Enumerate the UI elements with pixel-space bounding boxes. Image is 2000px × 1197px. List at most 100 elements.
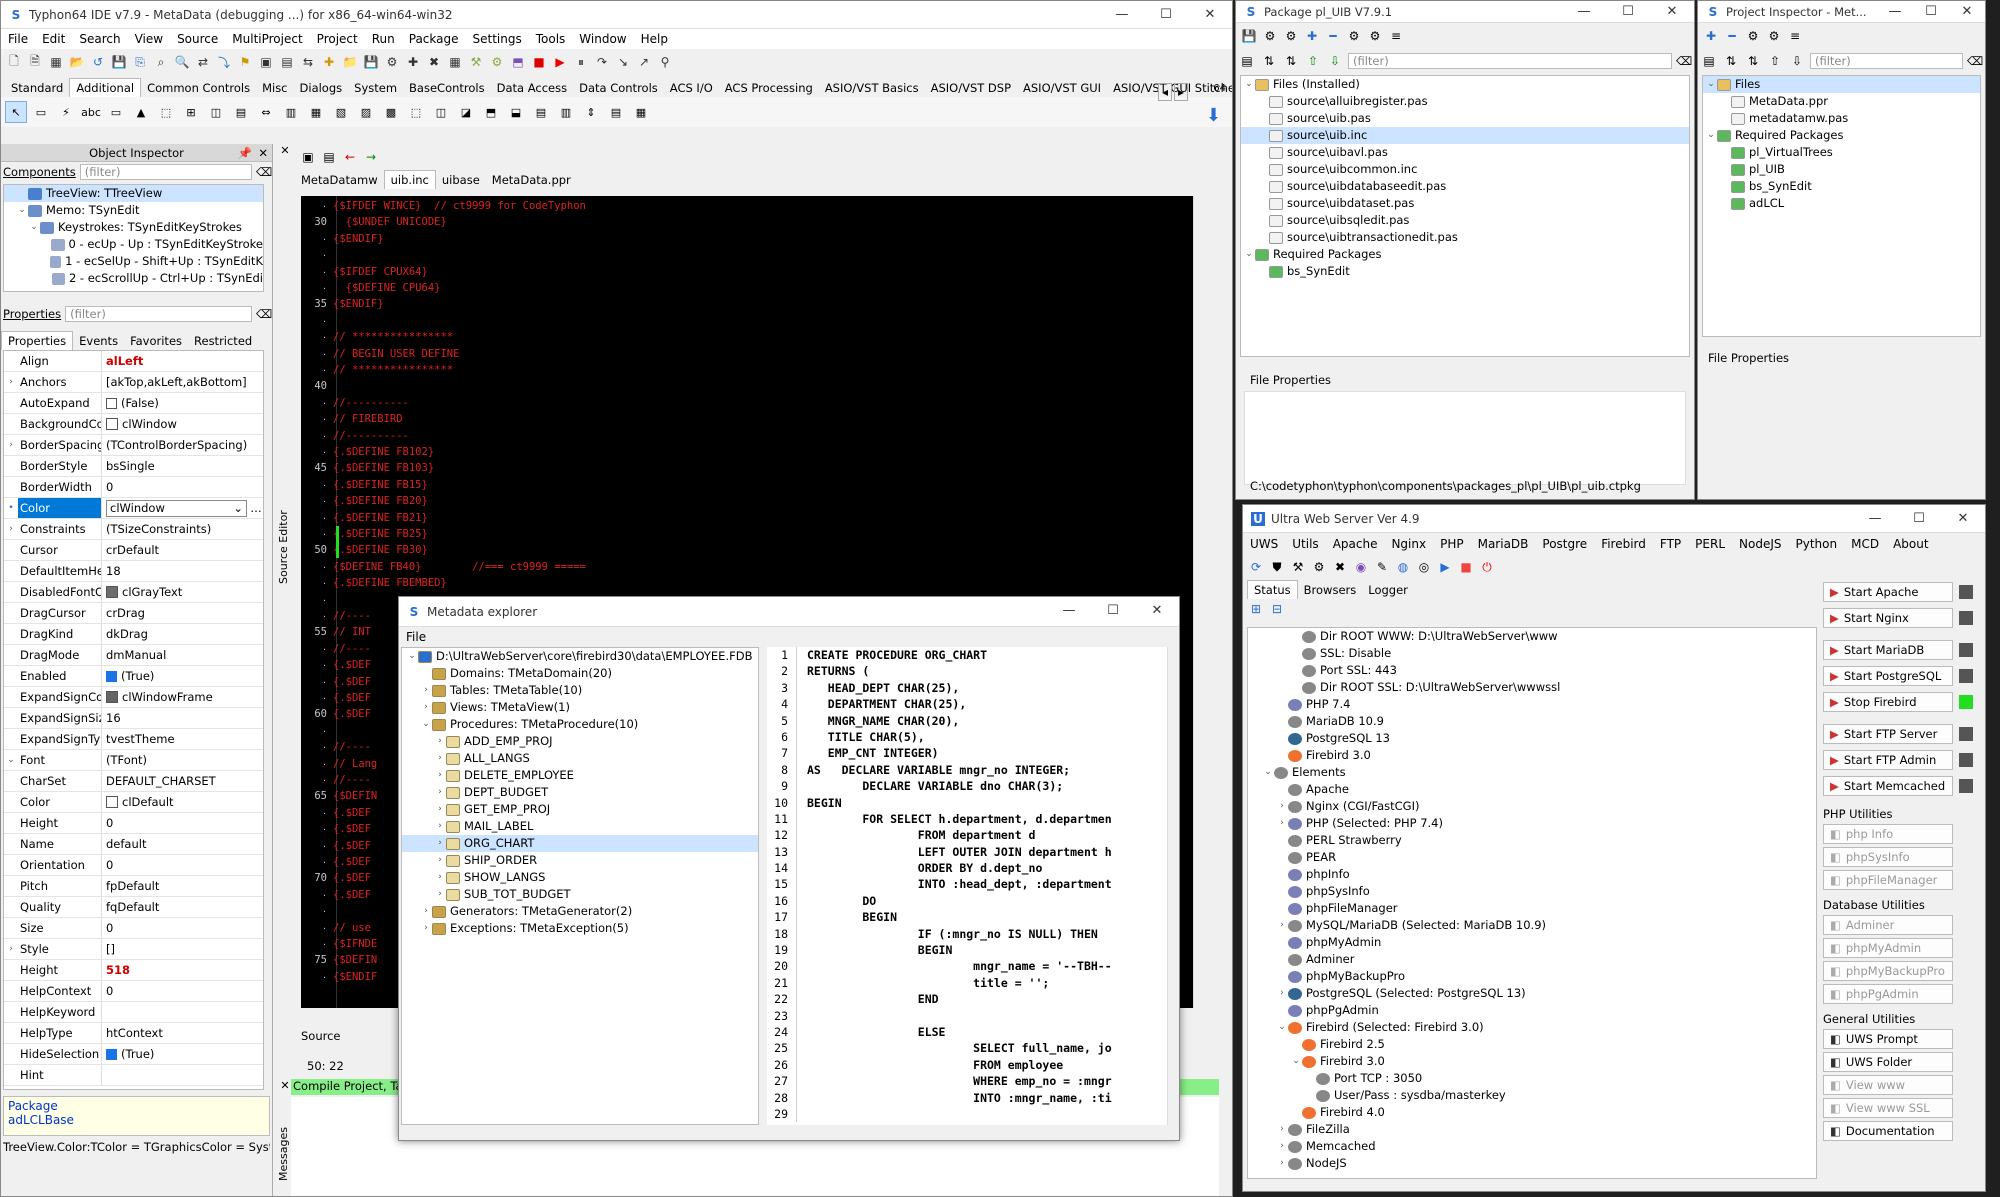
expand-icon[interactable]: ⌄ — [1262, 764, 1274, 781]
compile-icon[interactable]: ⚙ — [1261, 27, 1279, 45]
property-tab[interactable]: Properties — [1, 331, 74, 350]
property-value[interactable]: (False) — [102, 393, 263, 414]
maskedit-icon[interactable]: abc — [80, 101, 102, 123]
metadata-tree-item[interactable]: ⌄ Procedures: TMetaProcedure(10) — [402, 716, 758, 733]
property-row[interactable]: DisabledFontColor clGrayText — [4, 582, 263, 603]
uws-tree-item[interactable]: Port TCP : 3050 — [1248, 1070, 1816, 1087]
palette-tab[interactable]: ACS Processing — [719, 79, 819, 97]
property-row[interactable]: Align alLeft — [4, 351, 263, 372]
project-options-icon[interactable]: ⚙ — [383, 53, 401, 71]
uws-menu-item[interactable]: Nginx — [1384, 537, 1433, 551]
uws-tree-item[interactable]: PostgreSQL 13 — [1248, 730, 1816, 747]
step-out-icon[interactable]: ↗ — [635, 53, 653, 71]
editor-tab[interactable]: uibase — [436, 171, 486, 189]
close-button[interactable]: ✕ — [1941, 505, 1985, 532]
expand-icon[interactable]: › — [420, 699, 432, 716]
sort-alpha-icon[interactable]: ⇅ — [1282, 52, 1300, 70]
palette-tab[interactable]: Additional — [69, 78, 142, 97]
ellipsis-button[interactable]: … — [249, 498, 263, 519]
service-button[interactable]: ▶ Start Apache — [1823, 582, 1953, 602]
dateedit-icon[interactable]: ⬒ — [480, 101, 502, 123]
shape-icon[interactable]: ▲ — [130, 101, 152, 123]
property-value[interactable]: 518 — [102, 960, 263, 981]
color-combobox[interactable]: clWindow ⌄ — [106, 498, 247, 519]
move-up-icon[interactable]: ⇧ — [1304, 52, 1322, 70]
move-up-icon[interactable]: ⇧ — [1766, 52, 1784, 70]
editor-scrollbar[interactable] — [1193, 196, 1207, 1008]
compile-icon[interactable]: ⚙ — [488, 53, 506, 71]
uws-tree-item[interactable]: › MySQL/MariaDB (Selected: MariaDB 10.9) — [1248, 917, 1816, 934]
menu-item[interactable]: MultiProject — [225, 32, 309, 46]
palette-tab[interactable]: System — [348, 79, 403, 97]
close-button[interactable]: ✕ — [1949, 1, 1985, 22]
metadata-tree-item[interactable]: › DELETE_EMPLOYEE — [402, 767, 758, 784]
uws-tree-item[interactable]: Apache — [1248, 781, 1816, 798]
metadata-tree-item[interactable]: › ORG_CHART — [402, 835, 758, 852]
service-button[interactable]: ▶ Start Nginx — [1823, 608, 1953, 628]
property-row[interactable]: ExpandSignSize 16 — [4, 708, 263, 729]
ddl-scrollbar[interactable] — [1167, 647, 1179, 1125]
save-icon[interactable]: 💾 — [110, 53, 128, 71]
clear-filter-icon[interactable]: ⌫ — [256, 165, 272, 179]
open-project-icon[interactable]: 📁 — [341, 53, 359, 71]
settings-icon[interactable]: ⚙ — [1310, 558, 1328, 576]
palette-tab[interactable]: Common Controls — [141, 79, 256, 97]
uws-menu-item[interactable]: Postgre — [1535, 537, 1594, 551]
property-row[interactable]: BorderStyle bsSingle — [4, 456, 263, 477]
tree-item[interactable]: MetaData.ppr — [1703, 93, 1980, 110]
expand-icon[interactable]: › — [4, 524, 18, 534]
menu-item[interactable]: Project — [310, 32, 365, 46]
tree-item[interactable]: source\alluibregister.pas — [1241, 93, 1689, 110]
editor-tab[interactable]: uib.inc — [383, 170, 436, 189]
property-row[interactable]: Color clDefault — [4, 792, 263, 813]
edit-icon[interactable]: ⬚ — [405, 101, 427, 123]
utility-button[interactable]: ◧ phpFileManager — [1823, 870, 1953, 890]
property-row[interactable]: Pitch fpDefault — [4, 876, 263, 897]
uws-tree-item[interactable]: › Memcached — [1248, 1138, 1816, 1155]
clear-filter-icon[interactable]: ⌫ — [1967, 54, 1985, 68]
image-icon[interactable]: ▦ — [305, 101, 327, 123]
property-value[interactable]: (TFont) — [102, 750, 263, 771]
tree-item[interactable]: source\uib.pas — [1241, 110, 1689, 127]
utility-button[interactable]: ◧ View www SSL — [1823, 1098, 1953, 1118]
properties-filter-input[interactable]: (filter) — [65, 306, 252, 322]
expand-icon[interactable]: › — [434, 750, 446, 767]
minimize-button[interactable]: — — [1853, 505, 1897, 532]
uws-tree-item[interactable]: phpMyAdmin — [1248, 934, 1816, 951]
remove-file-icon[interactable]: ✖ — [425, 53, 443, 71]
open-file-icon[interactable]: ▤ — [1700, 52, 1718, 70]
utility-button[interactable]: ◧ UWS Prompt — [1823, 1029, 1953, 1049]
property-value[interactable]: (True) — [102, 666, 263, 687]
power-icon[interactable]: ⏻ — [1478, 558, 1496, 576]
menu-item[interactable]: View — [128, 32, 170, 46]
expand-icon[interactable]: › — [434, 869, 446, 886]
palette-tab[interactable]: BaseControls — [403, 79, 491, 97]
open-file-icon[interactable]: ▤ — [1238, 52, 1256, 70]
expand-icon[interactable]: ⌄ — [28, 219, 40, 236]
feather-icon[interactable]: ✎ — [1373, 558, 1391, 576]
stringgrid-icon[interactable]: ▤ — [230, 101, 252, 123]
property-tab[interactable]: Restricted — [188, 332, 258, 350]
property-row[interactable]: › Style [] — [4, 939, 263, 960]
metadata-tree-item[interactable]: › SUB_TOT_BUDGET — [402, 886, 758, 903]
tree-item[interactable]: bs_SynEdit — [1703, 178, 1980, 195]
expand-icon[interactable]: ⌄ — [1705, 127, 1717, 144]
more-icon[interactable]: ≡ — [1387, 27, 1405, 45]
uws-tree-item[interactable]: phpMyBackupPro — [1248, 968, 1816, 985]
chevron-down-icon[interactable]: ⌄ — [230, 498, 246, 519]
bevel-icon[interactable]: ⬚ — [155, 101, 177, 123]
expand-icon[interactable]: › — [1276, 1155, 1288, 1172]
options-icon[interactable]: ⚙ — [1345, 27, 1363, 45]
uws-tree-item[interactable]: Adminer — [1248, 951, 1816, 968]
uws-tree-item[interactable]: Firebird 4.0 — [1248, 1104, 1816, 1121]
palette-tab[interactable]: Data Controls — [573, 79, 664, 97]
expand-icon[interactable]: ⌄ — [1243, 76, 1255, 93]
forward-arrow-icon[interactable]: → — [362, 148, 380, 166]
tree-item[interactable]: source\uibsqledit.pas — [1241, 212, 1689, 229]
menu-item[interactable]: Source — [170, 32, 225, 46]
checkbox-icon[interactable] — [106, 1048, 117, 1060]
tools-icon[interactable]: ⚒ — [1289, 558, 1307, 576]
uws-menu-item[interactable]: Apache — [1326, 537, 1385, 551]
stop-icon[interactable]: ■ — [530, 53, 548, 71]
tree-item[interactable]: source\uibdatabaseedit.pas — [1241, 178, 1689, 195]
